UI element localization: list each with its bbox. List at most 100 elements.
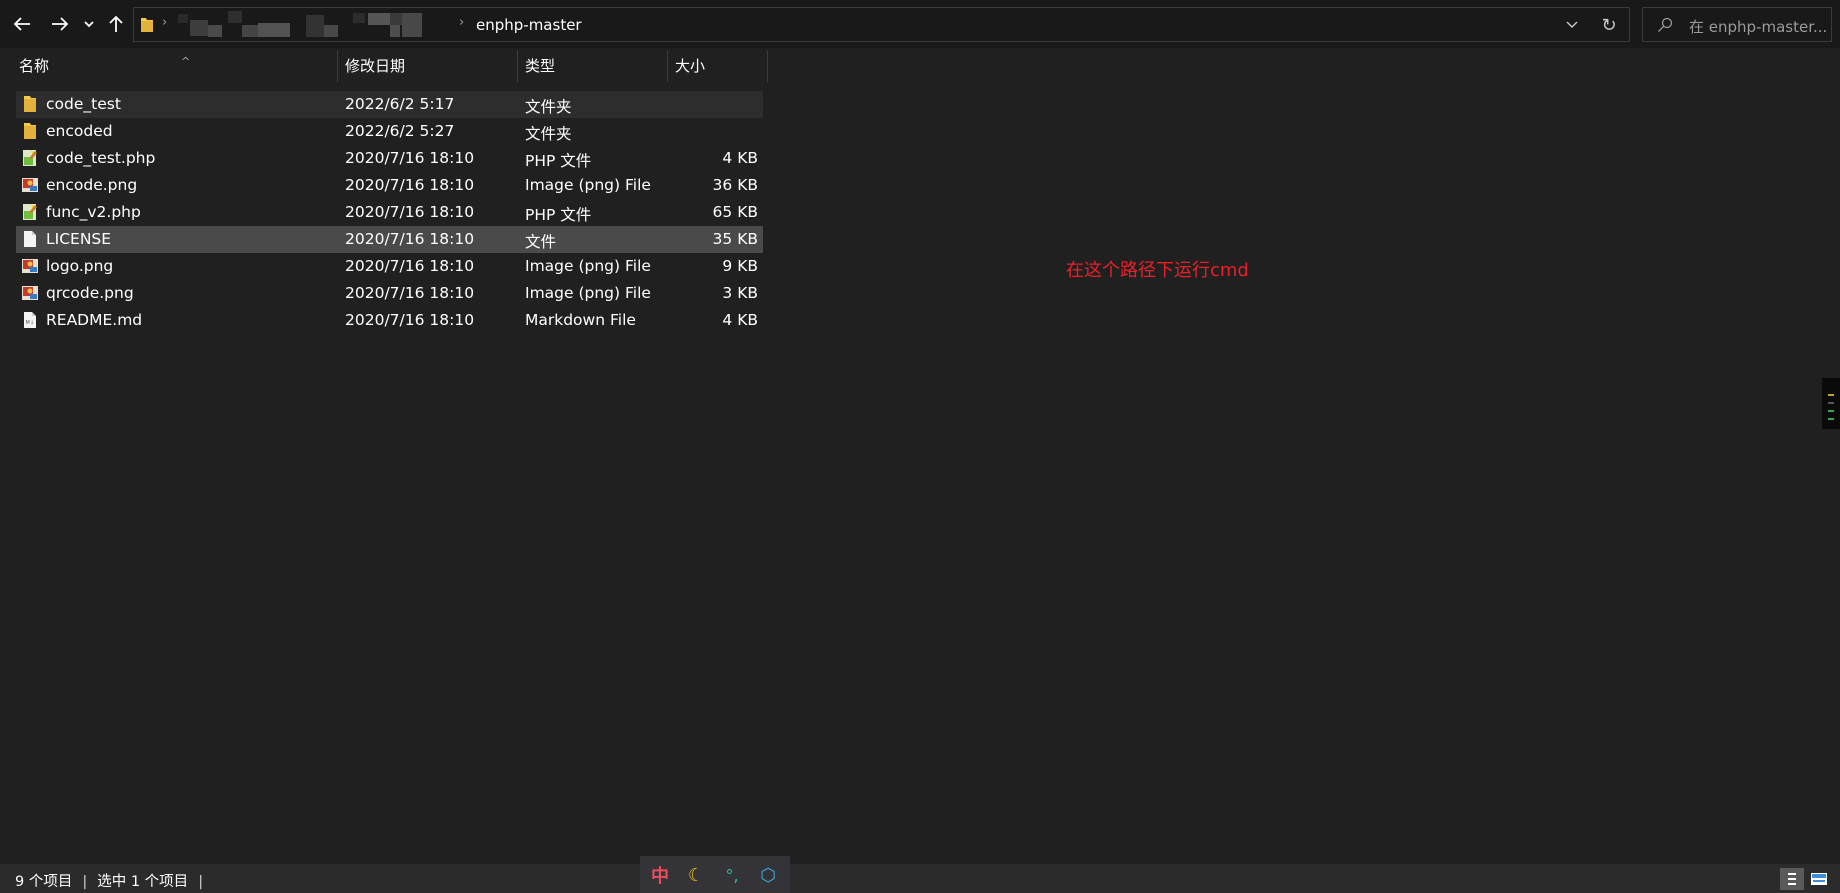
file-type: 文件夹 [525,125,572,143]
file-name: README.md [46,311,143,329]
file-type: 文件 [525,233,557,251]
chevron-down-icon [1566,21,1578,28]
blank-file-icon [24,231,36,247]
column-header-type[interactable]: 类型 [518,50,668,82]
file-name: logo.png [46,257,114,275]
back-button[interactable] [8,9,36,39]
php-file-icon [23,150,37,166]
selection-count: 选中 1 个项目 [97,874,189,890]
ime-language-button[interactable]: 中 [646,862,674,888]
file-date: 2020/7/16 18:10 [345,230,475,248]
sort-ascending-icon: ^ [181,55,191,68]
address-dropdown-button[interactable] [1561,14,1583,36]
file-row[interactable]: qrcode.png 2020/7/16 18:10 Image (png) F… [16,280,763,307]
status-separator: | [82,874,88,890]
address-bar[interactable]: › › enphp-master ↻ [133,7,1630,42]
column-header-name[interactable]: 名称 ^ [12,50,338,82]
file-type: 文件夹 [525,98,572,116]
search-icon [1658,17,1673,32]
column-header-type-label: 类型 [525,57,556,75]
punctuation-icon[interactable]: °, [718,862,746,888]
column-headers: 名称 ^ 修改日期 类型 大小 [0,48,780,84]
folder-icon [24,96,36,112]
file-row[interactable]: func_v2.php 2020/7/16 18:10 PHP 文件 65 KB [16,199,763,226]
file-type: Markdown File [525,311,636,329]
search-placeholder: 在 enphp-master... [1689,18,1828,36]
file-size: 65 KB [712,203,758,221]
arrow-right-icon [52,17,69,31]
file-date: 2020/7/16 18:10 [345,176,475,194]
php-file-icon [23,204,37,220]
folder-icon [141,18,153,32]
file-name: encoded [46,122,113,140]
details-view-button[interactable] [1780,868,1804,890]
arrow-up-icon [109,15,123,32]
column-header-name-label: 名称 [19,57,50,75]
recent-locations-button[interactable] [79,9,99,39]
file-row[interactable]: code_test.php 2020/7/16 18:10 PHP 文件 4 K… [16,145,763,172]
moon-icon[interactable]: ☾ [682,862,710,888]
image-file-icon [22,286,38,300]
file-row[interactable]: encode.png 2020/7/16 18:10 Image (png) F… [16,172,763,199]
large-icons-view-button[interactable] [1807,868,1831,890]
forward-button[interactable] [46,9,74,39]
chevron-down-icon [84,20,94,27]
breadcrumb-separator: › [162,15,168,30]
file-type: Image (png) File [525,284,651,302]
annotation-text: 在这个路径下运行cmd [1066,260,1249,281]
folder-icon [24,123,36,139]
file-size: 36 KB [712,176,758,194]
file-type: PHP 文件 [525,152,592,170]
file-list: code_test 2022/6/2 5:17 文件夹 encoded 2022… [16,91,763,334]
file-type: PHP 文件 [525,206,592,224]
file-date: 2022/6/2 5:27 [345,122,455,140]
file-type: Image (png) File [525,257,651,275]
file-date: 2020/7/16 18:10 [345,149,475,167]
ime-toolbar: 中 ☾ °, ⬡ [640,856,790,893]
refresh-button[interactable]: ↻ [1597,13,1621,37]
large-icons-view-icon [1811,873,1827,885]
item-count: 9 个项目 [15,874,73,890]
file-date: 2020/7/16 18:10 [345,203,475,221]
search-box[interactable]: 在 enphp-master... [1642,7,1832,42]
edge-widget[interactable] [1822,378,1840,429]
file-size: 3 KB [722,284,758,302]
file-size: 4 KB [722,311,758,329]
file-row[interactable]: encoded 2022/6/2 5:27 文件夹 [16,118,763,145]
column-header-date[interactable]: 修改日期 [338,50,518,82]
column-header-size-label: 大小 [675,57,706,75]
breadcrumb-current-folder[interactable]: enphp-master [476,16,582,34]
column-header-date-label: 修改日期 [345,57,406,75]
file-size: 9 KB [722,257,758,275]
file-name: code_test [46,95,121,113]
column-header-size[interactable]: 大小 [668,50,768,82]
file-size: 4 KB [722,149,758,167]
status-text: 9 个项目 | 选中 1 个项目 | [15,870,213,891]
file-name: LICENSE [46,230,112,248]
file-date: 2020/7/16 18:10 [345,311,475,329]
markdown-file-icon: M↓ [24,312,36,328]
breadcrumb-separator: › [459,15,465,30]
file-date: 2020/7/16 18:10 [345,284,475,302]
redacted-path [178,11,443,38]
up-button[interactable] [102,9,130,39]
status-separator: | [198,874,204,890]
file-row[interactable]: M↓ README.md 2020/7/16 18:10 Markdown Fi… [16,307,763,334]
svg-text:M↓: M↓ [26,320,35,326]
file-row-selected[interactable]: LICENSE 2020/7/16 18:10 文件 35 KB [16,226,763,253]
file-row[interactable]: logo.png 2020/7/16 18:10 Image (png) Fil… [16,253,763,280]
image-file-icon [22,178,38,192]
file-row[interactable]: code_test 2022/6/2 5:17 文件夹 [16,91,763,118]
file-type: Image (png) File [525,176,651,194]
refresh-icon: ↻ [1601,14,1617,36]
file-size: 35 KB [712,230,758,248]
file-name: qrcode.png [46,284,134,302]
status-bar: 9 个项目 | 选中 1 个项目 | [0,864,1840,893]
file-name: code_test.php [46,149,156,167]
file-name: func_v2.php [46,203,141,221]
arrow-left-icon [13,17,30,31]
file-date: 2020/7/16 18:10 [345,257,475,275]
navigation-bar: › › enphp-master ↻ 在 enphp-master... [0,0,1840,48]
file-date: 2022/6/2 5:17 [345,95,455,113]
ime-settings-icon[interactable]: ⬡ [754,862,782,888]
